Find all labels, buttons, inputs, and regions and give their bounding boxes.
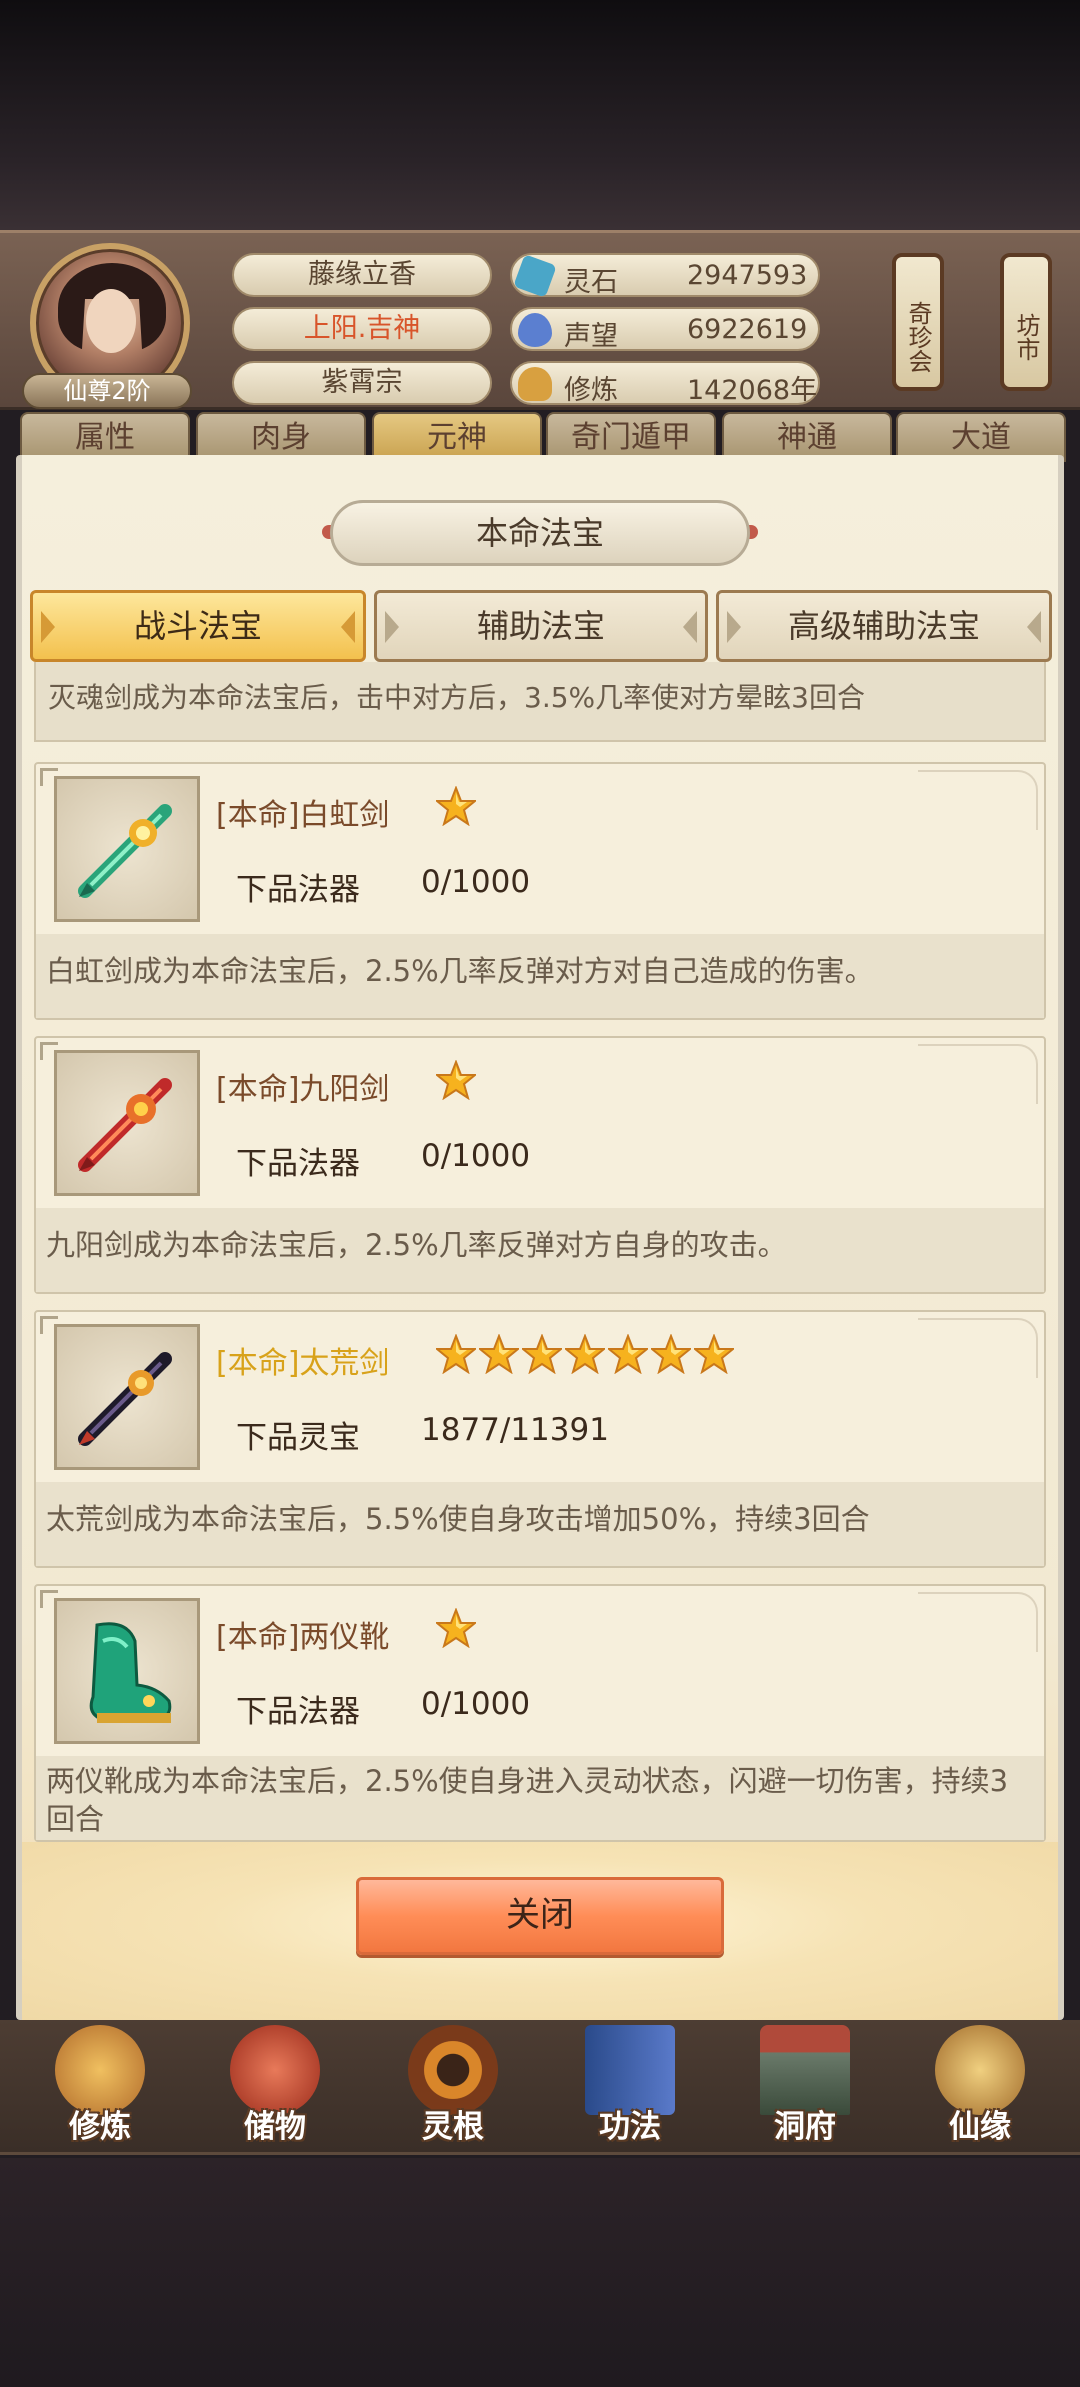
chevron-left-icon: [385, 611, 399, 643]
star-icon: [434, 1607, 478, 1649]
treasure-list[interactable]: 灭魂剑成为本命法宝后，击中对方后，3.5%几率使对方晕眩3回合 [本命]白虹剑 …: [34, 662, 1046, 1842]
treasure-card[interactable]: [本命]九阳剑 下品法器 0/1000 九阳剑成为本命法宝后，2.5%几率反弹对…: [34, 1036, 1046, 1294]
two-poles-boots-icon: [54, 1598, 200, 1744]
chevron-right-icon: [341, 611, 355, 643]
player-name: 藤缘立香: [232, 253, 492, 297]
chevron-right-icon: [683, 611, 697, 643]
stat-value: 142068年: [687, 375, 818, 406]
lantern-treasure-fair[interactable]: 奇珍会: [892, 253, 944, 391]
star-icon: [477, 1333, 521, 1375]
item-effect: 太荒剑成为本命法宝后，5.5%使自身攻击增加50%，持续3回合: [36, 1482, 1044, 1566]
chevron-right-icon: [1027, 611, 1041, 643]
star-icon: [649, 1333, 693, 1375]
chevron-left-icon: [41, 611, 55, 643]
player-header: 仙尊2阶 藤缘立香 上阳.吉神 紫霄宗 灵石 2947593 声望 692261…: [0, 230, 1080, 410]
item-name: [本命]九阳剑: [216, 1072, 390, 1107]
stat-spirit-stone: 灵石 2947593: [510, 253, 820, 298]
tab-combat-treasure[interactable]: 战斗法宝: [30, 590, 366, 662]
player-title: 上阳.吉神: [232, 307, 492, 351]
top-background: [0, 0, 1080, 230]
chevron-left-icon: [727, 611, 741, 643]
star-icon: [606, 1333, 650, 1375]
stat-reputation: 声望 6922619: [510, 307, 820, 352]
item-effect: 两仪靴成为本命法宝后，2.5%使自身进入灵动状态，闪避一切伤害，持续3回合: [36, 1756, 1044, 1840]
cloud-deco: [918, 1592, 1038, 1652]
item-name: [本命]两仪靴: [216, 1620, 390, 1655]
tab-label: 辅助法宝: [476, 607, 605, 645]
item-grade: 下品法器: [236, 872, 360, 908]
nav-storage[interactable]: 储物: [200, 2025, 350, 2150]
treasure-card[interactable]: [本命]太荒剑 下品灵宝 1877/11391 太荒剑成为本命法宝后，5.5%使…: [34, 1310, 1046, 1568]
star-rating: [434, 1333, 737, 1378]
stat-cultivation: 修炼 142068年: [510, 361, 820, 406]
nav-label: 功法: [599, 2109, 661, 2145]
cloud-deco: [918, 1044, 1038, 1104]
rank-badge: 仙尊2阶: [22, 373, 192, 409]
item-progress: 0/1000: [421, 1138, 531, 1174]
stat-label: 灵石: [564, 267, 618, 298]
bottom-background: [0, 2158, 1080, 2387]
partial-item-description: 灭魂剑成为本命法宝后，击中对方后，3.5%几率使对方晕眩3回合: [34, 662, 1046, 742]
item-progress: 0/1000: [421, 864, 531, 900]
tab-support-treasure[interactable]: 辅助法宝: [374, 590, 708, 662]
star-rating: [434, 1607, 479, 1652]
item-name: [本命]太荒剑: [216, 1346, 390, 1381]
nav-label: 洞府: [774, 2109, 836, 2145]
item-progress: 0/1000: [421, 1686, 531, 1722]
primordial-sword-icon: [54, 1324, 200, 1470]
close-button[interactable]: 关闭: [356, 1877, 724, 1955]
item-grade: 下品法器: [236, 1694, 360, 1730]
star-rating: [434, 1059, 479, 1104]
white-rainbow-sword-icon: [54, 776, 200, 922]
item-effect: 九阳剑成为本命法宝后，2.5%几率反弹对方自身的攻击。: [36, 1208, 1044, 1292]
nine-sun-sword-icon: [54, 1050, 200, 1196]
nav-technique[interactable]: 功法: [555, 2025, 705, 2150]
nav-label: 储物: [244, 2109, 306, 2145]
nav-cave[interactable]: 洞府: [730, 2025, 880, 2150]
cloud-deco: [918, 770, 1038, 830]
nav-spirit-root[interactable]: 灵根: [378, 2025, 528, 2150]
star-icon: [563, 1333, 607, 1375]
cultivation-icon: [518, 367, 552, 401]
tab-label: 高级辅助法宝: [787, 607, 980, 645]
nav-label: 仙缘: [949, 2109, 1011, 2145]
nav-cultivate[interactable]: 修炼: [25, 2025, 175, 2150]
avatar-face: [86, 289, 136, 353]
stat-label: 声望: [564, 321, 618, 352]
player-sect: 紫霄宗: [232, 361, 492, 405]
star-icon: [434, 1059, 478, 1101]
item-grade: 下品灵宝: [236, 1420, 360, 1456]
nav-immortal-fate[interactable]: 仙缘: [905, 2025, 1055, 2150]
cloud-deco: [918, 1318, 1038, 1378]
nav-label: 灵根: [422, 2109, 484, 2145]
stat-value: 6922619: [687, 314, 808, 345]
stat-label: 修炼: [564, 375, 618, 406]
treasure-card[interactable]: [本命]白虹剑 下品法器 0/1000 白虹剑成为本命法宝后，2.5%几率反弹对…: [34, 762, 1046, 1020]
treasure-card[interactable]: [本命]两仪靴 下品法器 0/1000 两仪靴成为本命法宝后，2.5%使自身进入…: [34, 1584, 1046, 1842]
item-effect: 白虹剑成为本命法宝后，2.5%几率反弹对方对自己造成的伤害。: [36, 934, 1044, 1018]
panel-title: 本命法宝: [330, 500, 750, 566]
star-rating: [434, 785, 479, 830]
spirit-stone-icon: [513, 254, 557, 298]
nav-label: 修炼: [69, 2109, 131, 2145]
item-progress: 1877/11391: [421, 1412, 609, 1448]
tab-advanced-support-treasure[interactable]: 高级辅助法宝: [716, 590, 1052, 662]
item-name: [本命]白虹剑: [216, 798, 390, 833]
star-icon: [434, 1333, 478, 1375]
reputation-icon: [518, 313, 552, 347]
star-icon: [692, 1333, 736, 1375]
tab-label: 战斗法宝: [133, 607, 262, 645]
star-icon: [520, 1333, 564, 1375]
item-grade: 下品法器: [236, 1146, 360, 1182]
star-icon: [434, 785, 478, 827]
lantern-market[interactable]: 坊市: [1000, 253, 1052, 391]
stat-value: 2947593: [687, 260, 808, 291]
